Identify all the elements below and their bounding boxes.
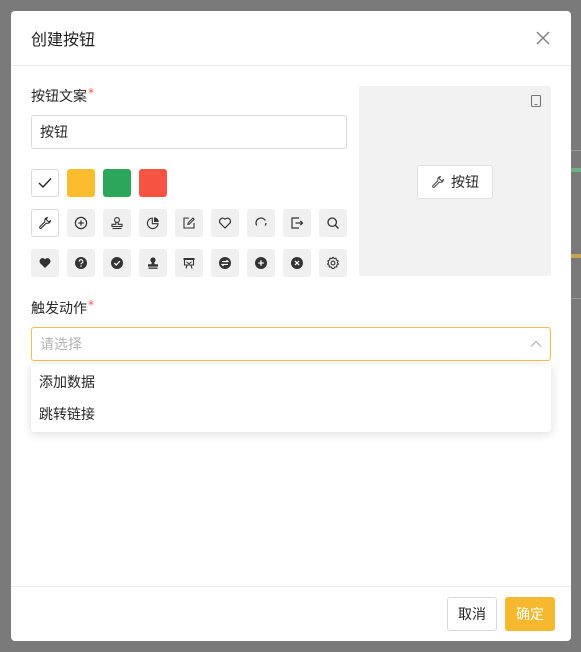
dialog-title: 创建按钮 <box>31 30 96 49</box>
button-preview-panel: 按钮 <box>359 86 551 276</box>
background-line <box>571 150 581 151</box>
icon-option[interactable] <box>319 249 347 277</box>
wrench-icon <box>432 175 445 188</box>
loading-arc-icon <box>255 217 267 226</box>
dropdown-option-add-data[interactable]: 添加数据 <box>31 366 551 398</box>
plus-circle-filled-icon <box>255 257 267 269</box>
icon-option[interactable] <box>139 249 167 277</box>
confirm-button[interactable]: 确定 <box>505 597 555 631</box>
heart-filled-icon <box>39 258 51 268</box>
icon-option[interactable] <box>247 209 275 237</box>
close-button[interactable] <box>531 26 555 50</box>
setting-icon <box>327 256 339 269</box>
dropdown-option-jump-link[interactable]: 跳转链接 <box>31 398 551 430</box>
close-circle-icon <box>291 257 303 269</box>
close-icon <box>536 31 550 45</box>
icon-option[interactable] <box>211 209 239 237</box>
background-strip <box>571 254 581 258</box>
icon-option[interactable] <box>175 249 203 277</box>
icon-option[interactable] <box>319 209 347 237</box>
pie-chart-icon <box>146 217 159 230</box>
create-button-dialog: 创建按钮 按钮文案 * 按钮 按钮 触发动作 * 请选择 添加数据 跳转链接 取… <box>11 11 571 641</box>
cancel-button[interactable]: 取消 <box>447 597 497 631</box>
icon-option[interactable] <box>67 209 95 237</box>
button-text-label: 按钮文案 * <box>31 86 347 106</box>
export-icon <box>291 217 304 229</box>
check-icon <box>38 178 52 189</box>
background-strip <box>571 168 581 172</box>
swap-circle-icon <box>219 257 231 269</box>
icon-option[interactable] <box>103 249 131 277</box>
trigger-action-select[interactable]: 请选择 <box>31 327 551 361</box>
icon-option[interactable] <box>103 209 131 237</box>
icon-picker <box>31 209 347 277</box>
stamp-icon <box>111 217 123 230</box>
button-config-panel: 按钮文案 * <box>31 86 347 277</box>
icon-option[interactable] <box>139 209 167 237</box>
icon-option[interactable] <box>31 209 59 237</box>
edit-square-icon <box>183 217 195 229</box>
trigger-action-field: 触发动作 * 请选择 添加数据 跳转链接 <box>31 298 551 432</box>
stamp-filled-icon <box>148 257 158 269</box>
select-placeholder: 请选择 <box>40 337 82 353</box>
icon-option[interactable] <box>283 209 311 237</box>
wrench-icon <box>39 216 52 229</box>
icon-option[interactable] <box>283 249 311 277</box>
color-swatch-yellow[interactable] <box>67 169 95 197</box>
dialog-body: 按钮文案 * 按钮 按钮 触发动作 * 请选择 添加数据 跳转链接 <box>11 66 571 586</box>
trigger-action-label-text: 触发动作 <box>31 301 87 317</box>
color-swatch-white[interactable] <box>31 169 59 197</box>
dialog-footer: 取消 确定 <box>11 586 571 641</box>
tablet-icon[interactable] <box>529 94 543 108</box>
background-line <box>571 298 581 299</box>
chevron-up-icon <box>530 340 542 347</box>
search-icon <box>327 217 339 229</box>
preview-button-label: 按钮 <box>451 175 479 191</box>
question-circle-icon <box>75 257 87 269</box>
heart-outline-icon <box>218 217 232 229</box>
trigger-action-dropdown: 添加数据 跳转链接 <box>31 364 551 432</box>
color-swatch-green[interactable] <box>103 169 131 197</box>
check-circle-icon <box>111 257 123 269</box>
color-swatch-red[interactable] <box>139 169 167 197</box>
icon-option[interactable] <box>247 249 275 277</box>
icon-option[interactable] <box>31 249 59 277</box>
color-picker <box>31 169 347 197</box>
preview-button[interactable]: 按钮 <box>417 165 493 199</box>
required-mark: * <box>88 298 94 312</box>
icon-option[interactable] <box>175 209 203 237</box>
flag-board-icon <box>183 258 195 269</box>
required-mark: * <box>88 86 94 100</box>
button-text-label-text: 按钮文案 <box>31 89 87 105</box>
button-text-input[interactable] <box>31 115 347 149</box>
plus-circle-icon <box>74 216 88 230</box>
trigger-action-label: 触发动作 * <box>31 298 551 318</box>
icon-option[interactable] <box>67 249 95 277</box>
icon-option[interactable] <box>211 249 239 277</box>
dialog-header: 创建按钮 <box>11 11 571 66</box>
